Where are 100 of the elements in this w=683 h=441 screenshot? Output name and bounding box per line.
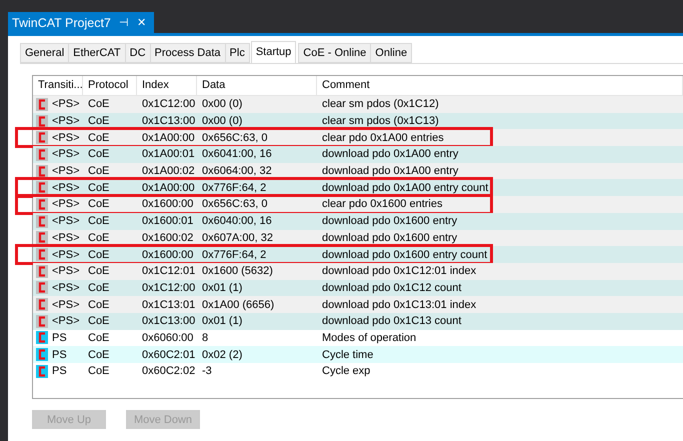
column-header[interactable]: Transiti... <box>33 76 83 95</box>
startup-entry-icon <box>36 264 48 278</box>
table-cell-text: 0x656C:63, 0 <box>201 132 268 144</box>
table-cell: PS <box>52 348 67 361</box>
table-cell-text: CoE <box>87 298 110 311</box>
table-cell-text: 0x776F:64, 2 <box>201 248 268 261</box>
startup-entry-icon <box>36 131 48 144</box>
table-cell-text: 0x1A00:01 <box>141 148 196 160</box>
table-cell-text: 0x6041:00, 16 <box>201 148 273 160</box>
table-row[interactable]: <PS> CoE 0x1600:01 0x6040:00, 16 download pdo 0x1600 entry <box>33 212 683 230</box>
tab[interactable]: DC <box>124 43 151 63</box>
table-cell: <PS> <box>52 198 80 210</box>
document-title: TwinCAT Project7 <box>12 16 111 30</box>
table-cell: PS <box>52 332 67 344</box>
table-cell-text: 0x1600:00 <box>141 198 194 210</box>
tab[interactable]: Plc <box>224 43 250 63</box>
startup-entry-icon <box>36 114 48 128</box>
table-cell-text: 0x02 (2) <box>201 348 244 361</box>
table-row[interactable]: <PS> CoE 0x1C13:01 0x1A00 (6656) download pdo 0x1C13:01 index <box>33 296 683 313</box>
table-cell: PS <box>52 365 67 378</box>
table-cell-text: 0x60C2:02 <box>141 365 196 378</box>
tab[interactable]: Startup <box>250 41 296 63</box>
tab[interactable]: General <box>20 43 70 63</box>
column-header[interactable]: Index <box>137 76 197 95</box>
table-cell-text: clear sm pdos (0x1C13) <box>321 115 440 128</box>
table-cell-text: 0x1C13:00 <box>141 315 196 328</box>
table-cell-text: download pdo 0x1600 entry <box>321 215 458 228</box>
startup-entry-icon <box>36 348 48 362</box>
table-cell-text: CoE <box>87 198 110 210</box>
table-cell-text: 0x607A:00, 32 <box>201 232 274 244</box>
table-cell: <PS> <box>52 232 80 244</box>
table-cell-text: 0x6040:00, 16 <box>201 215 273 228</box>
table-cell: <PS> <box>52 115 80 128</box>
document-tab[interactable]: TwinCAT Project7 ⊣ ✕ <box>8 12 154 33</box>
table-row[interactable]: <PS> CoE 0x1C12:01 0x1600 (5632) download pdo 0x1C12:01 index <box>33 262 683 280</box>
table-cell-text: 0x1C12:00 <box>141 282 196 294</box>
table-row[interactable]: <PS> CoE 0x1C12:00 0x01 (1) download pdo 0x1C12 count <box>33 280 683 296</box>
table-cell-text: 0x60C2:01 <box>141 348 196 361</box>
table-cell-text: 0x1600 (5632) <box>201 265 274 278</box>
table-cell-text: 0x1A00:00 <box>141 132 196 144</box>
table-cell-text: 0x1C12:00 <box>141 98 196 110</box>
table-cell-text: -3 <box>201 365 213 378</box>
startup-entry-icon <box>36 148 48 161</box>
table-cell-text: Cycle time <box>321 348 374 361</box>
table-row[interactable]: <PS> CoE 0x1A00:01 0x6041:00, 16 download pdo 0x1A00 entry <box>33 146 683 163</box>
startup-entry-icon <box>36 198 48 211</box>
table-cell-text: download pdo 0x1A00 entry <box>321 165 460 178</box>
table-cell-text: 0x1C12:01 <box>141 265 196 278</box>
table-cell-text: Modes of operation <box>321 332 418 344</box>
table-cell-text: clear pdo 0x1600 entries <box>321 198 444 210</box>
table-cell-text: 0x1A00:02 <box>141 165 196 178</box>
startup-entry-icon <box>36 214 48 228</box>
table-cell-text: download pdo 0x1A00 entry count <box>321 182 490 194</box>
table-row[interactable]: <PS> CoE 0x1C12:00 0x00 (0) clear sm pdos (0x1C12) <box>33 96 683 113</box>
startup-entry-icon <box>36 231 48 244</box>
table-row[interactable]: <PS> CoE 0x1C13:00 0x01 (1) download pdo 0x1C13 count <box>33 312 683 330</box>
table-cell: <PS> <box>52 215 80 228</box>
table-cell-text: CoE <box>87 215 110 228</box>
column-header[interactable]: Comment <box>317 76 683 95</box>
table-cell: <PS> <box>52 165 80 178</box>
table-cell-text: download pdo 0x1600 entry count <box>321 248 488 261</box>
tab[interactable]: CoE - Online <box>298 43 372 63</box>
table-cell-text: 0x01 (1) <box>201 282 244 294</box>
tab[interactable]: EtherCAT <box>68 43 126 63</box>
close-button[interactable]: ✕ <box>136 16 146 29</box>
table-cell-text: 0x656C:63, 0 <box>201 198 268 210</box>
column-header[interactable]: Protocol <box>83 76 137 95</box>
column-header[interactable]: Data <box>197 76 317 95</box>
table-cell: <PS> <box>52 265 80 278</box>
table-cell: <PS> <box>52 132 80 144</box>
table-cell-text: CoE <box>87 165 110 178</box>
table-cell-text: 0x1A00:00 <box>141 182 196 194</box>
table-cell-text: 0x01 (1) <box>201 315 244 328</box>
table-cell-text: Cycle exp <box>321 365 372 378</box>
table-cell-text: download pdo 0x1C12 count <box>321 282 462 294</box>
table-cell: <PS> <box>52 315 80 328</box>
table-row[interactable]: PS CoE 0x6060:00 8 Modes of operation <box>33 330 683 346</box>
table-cell-text: download pdo 0x1C13 count <box>321 315 462 328</box>
table-cell-text: 0x6064:00, 32 <box>201 165 273 178</box>
startup-entry-icon <box>36 298 48 312</box>
table-cell-text: CoE <box>87 332 110 344</box>
table-cell: <PS> <box>52 282 80 294</box>
table-row[interactable]: PS CoE 0x60C2:01 0x02 (2) Cycle time <box>33 346 683 363</box>
tab[interactable]: Online <box>370 43 412 63</box>
tab[interactable]: Process Data <box>150 43 226 63</box>
table-cell: <PS> <box>52 248 80 261</box>
table-cell-text: 0x1600:01 <box>141 215 194 228</box>
table-cell-text: download pdo 0x1A00 entry <box>321 148 460 160</box>
table-cell-text: CoE <box>87 282 110 294</box>
table-cell-text: clear sm pdos (0x1C12) <box>321 98 440 110</box>
table-cell-text: CoE <box>87 148 110 160</box>
table-cell-text: 0x6060:00 <box>141 332 194 344</box>
table-cell-text: 0x1C13:00 <box>141 115 196 128</box>
table-cell-text: download pdo 0x1600 entry <box>321 232 458 244</box>
table-cell: <PS> <box>52 148 80 160</box>
startup-entry-icon <box>36 181 48 194</box>
pin-button[interactable]: ⊣ <box>118 16 129 29</box>
table-cell-text: 8 <box>201 332 210 344</box>
startup-entry-icon <box>36 164 48 178</box>
startup-entry-icon <box>36 98 48 111</box>
